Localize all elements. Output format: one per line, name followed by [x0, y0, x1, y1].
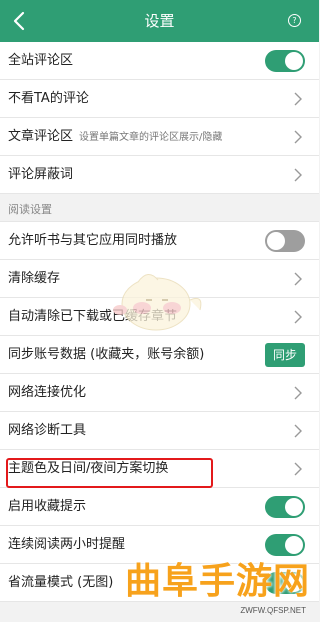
row-label: 允许听书与其它应用同时播放 — [8, 233, 178, 248]
settings-row[interactable]: 连续阅读两小时提醒 — [0, 526, 319, 564]
watermark-url: ZWFW.QFSP.NET — [240, 606, 306, 615]
settings-row[interactable]: 全站评论区 — [0, 42, 319, 80]
settings-row[interactable]: 同步账号数据 (收藏夹，账号余额) 同步 — [0, 336, 319, 374]
row-label: 清除缓存 — [8, 271, 61, 286]
mascot-illustration — [113, 274, 202, 331]
page-title: 设置 — [144, 12, 175, 30]
settings-row[interactable]: 网络诊断工具 — [0, 412, 319, 450]
settings-row[interactable]: 主题色及日间/夜间方案切换 — [0, 450, 319, 488]
chevron-right-icon — [294, 272, 302, 286]
toggle-knob — [285, 498, 303, 516]
chevron-right-icon — [294, 386, 302, 400]
chevron-right-icon — [294, 424, 302, 438]
row-label: 文章评论区 设置单篇文章的评论区展示/隐藏 — [8, 129, 223, 144]
toggle-switch[interactable] — [265, 230, 305, 252]
row-label: 不看TA的评论 — [8, 91, 89, 106]
chevron-right-icon — [294, 462, 302, 476]
settings-row[interactable]: 文章评论区 设置单篇文章的评论区展示/隐藏 — [0, 118, 319, 156]
toggle-switch[interactable] — [265, 50, 305, 72]
toggle-switch[interactable] — [265, 496, 305, 518]
toggle-knob — [285, 536, 303, 554]
toggle-knob — [285, 52, 303, 70]
settings-row[interactable]: 评论屏蔽词 — [0, 156, 319, 194]
chevron-right-icon — [294, 130, 302, 144]
chevron-right-icon — [294, 92, 302, 106]
row-label: 启用收藏提示 — [8, 499, 87, 514]
row-label: 评论屏蔽词 — [8, 167, 74, 182]
section-header: 阅读设置 — [0, 194, 319, 222]
toggle-knob — [285, 574, 303, 592]
row-label: 主题色及日间/夜间方案切换 — [8, 461, 169, 476]
row-description: 设置单篇文章的评论区展示/隐藏 — [79, 132, 223, 143]
chevron-right-icon — [294, 168, 302, 182]
sync-button[interactable]: 同步 — [265, 343, 305, 367]
settings-row[interactable]: 网络连接优化 — [0, 374, 319, 412]
row-label: 连续阅读两小时提醒 — [8, 537, 126, 552]
toggle-switch[interactable] — [265, 534, 305, 556]
help-icon[interactable]: ? — [288, 14, 301, 27]
row-label: 阅读设置 — [8, 203, 52, 216]
row-label: 网络连接优化 — [8, 385, 87, 400]
settings-row[interactable]: 省流量模式 (无图) — [0, 564, 319, 602]
settings-row[interactable]: 允许听书与其它应用同时播放 — [0, 222, 319, 260]
settings-row[interactable]: 不看TA的评论 — [0, 80, 319, 118]
chevron-right-icon — [294, 310, 302, 324]
row-label: 网络诊断工具 — [8, 423, 87, 438]
top-bar: 设置 ? — [0, 0, 319, 42]
row-label: 全站评论区 — [8, 53, 74, 68]
toggle-knob — [267, 232, 285, 250]
settings-row[interactable]: 启用收藏提示 — [0, 488, 319, 526]
row-label: 省流量模式 (无图) — [8, 575, 114, 590]
row-label: 同步账号数据 (收藏夹，账号余额) — [8, 347, 205, 362]
toggle-switch[interactable] — [265, 572, 305, 594]
